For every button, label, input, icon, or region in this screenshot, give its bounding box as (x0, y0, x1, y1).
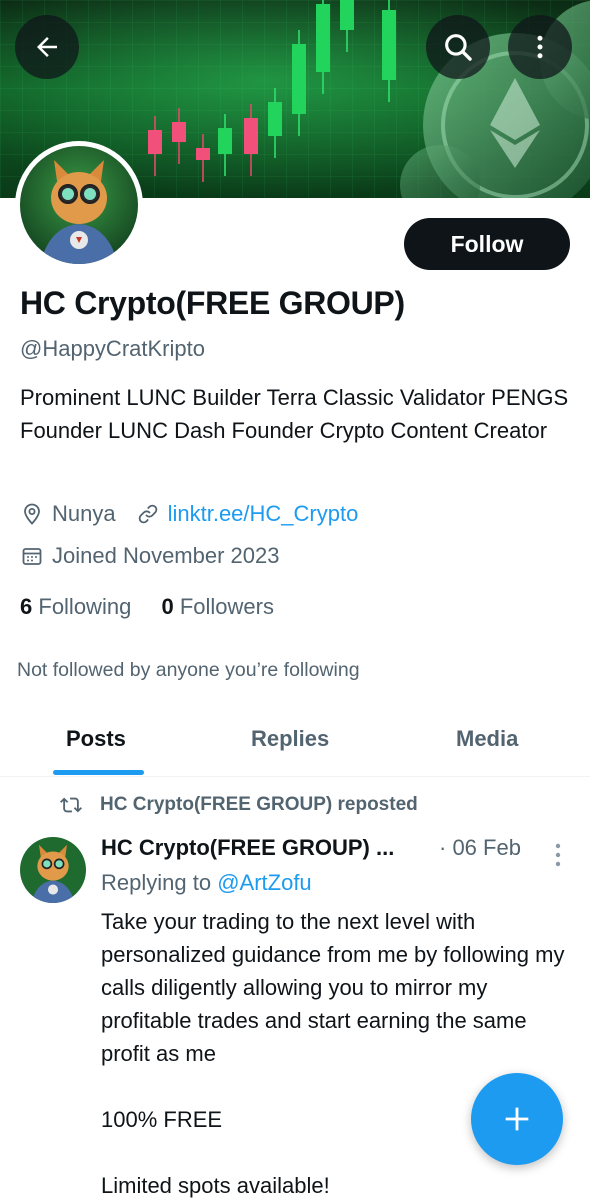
followers-link[interactable]: 0 Followers (161, 594, 274, 619)
profile-meta-row: Nunya linktr.ee/HC_Crypto (20, 501, 358, 527)
plus-icon (505, 1107, 529, 1131)
banner-candle (148, 130, 162, 154)
banner-candle (196, 148, 210, 160)
follow-button[interactable]: Follow (404, 218, 570, 270)
more-vertical-icon (537, 35, 543, 59)
profile-website-link[interactable]: linktr.ee/HC_Crypto (168, 501, 359, 527)
post-author-avatar[interactable] (20, 837, 86, 903)
tab-replies[interactable]: Replies (251, 726, 329, 752)
banner-candle (316, 4, 330, 72)
tab-posts[interactable]: Posts (66, 726, 126, 752)
profile-tabs: Posts Replies Media (0, 718, 590, 777)
location-pin-icon (24, 503, 40, 525)
replying-to-handle[interactable]: @ArtZofu (217, 870, 311, 895)
profile-location: Nunya (52, 501, 116, 526)
more-options-button[interactable] (508, 15, 572, 79)
repost-label: HC Crypto(FREE GROUP) reposted (100, 794, 418, 815)
banner-candle (292, 44, 306, 114)
search-button[interactable] (426, 15, 490, 79)
tab-media[interactable]: Media (456, 726, 518, 752)
arrow-left-icon (37, 37, 57, 57)
following-link[interactable]: 6 Following (20, 594, 131, 619)
follow-counts: 6 Following 0 Followers (20, 594, 274, 620)
profile-bio: Prominent LUNC Builder Terra Classic Val… (20, 385, 569, 443)
banner-candle (340, 0, 354, 30)
profile-handle: @HappyCratKripto (20, 336, 205, 361)
post-text-paragraph: Limited spots available! (101, 1173, 330, 1198)
banner-candle (218, 128, 232, 154)
post-date[interactable]: · 06 Feb (439, 835, 521, 861)
banner-candle (244, 118, 258, 154)
profile-joined: Joined November 2023 (52, 543, 280, 568)
replying-to: Replying to @ArtZofu (101, 870, 312, 895)
profile-name: HC Crypto(FREE GROUP) (20, 285, 405, 321)
compose-post-button[interactable] (471, 1073, 563, 1165)
banner-candle (268, 102, 282, 136)
back-button[interactable] (15, 15, 79, 79)
link-icon (138, 504, 157, 524)
post-header: HC Crypto(FREE GROUP) ... · 06 Feb (101, 835, 571, 861)
repost-indicator: HC Crypto(FREE GROUP) reposted (58, 794, 418, 816)
post-text-paragraph: Take your trading to the next level with… (101, 909, 565, 1066)
banner-candle (172, 122, 186, 142)
not-followed-notice: Not followed by anyone you’re following (17, 659, 360, 681)
search-icon (445, 34, 472, 61)
calendar-icon (22, 548, 42, 565)
profile-joined-row: Joined November 2023 (20, 543, 279, 569)
repost-icon (60, 797, 82, 813)
profile-avatar[interactable] (15, 141, 143, 269)
banner-candle (382, 10, 396, 80)
post-more-icon[interactable] (554, 842, 562, 868)
active-tab-indicator (53, 770, 144, 775)
avatar-image (20, 146, 138, 264)
post-author-name[interactable]: HC Crypto(FREE GROUP) ... (101, 835, 394, 860)
avatar-image (20, 837, 86, 903)
